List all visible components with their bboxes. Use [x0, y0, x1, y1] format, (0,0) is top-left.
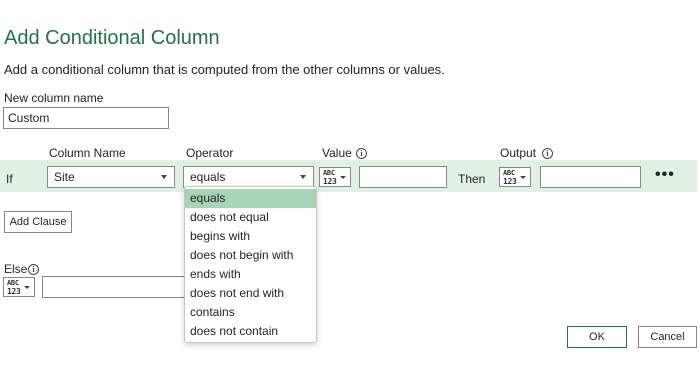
- chevron-down-icon: [24, 286, 30, 289]
- else-label: Else: [4, 262, 28, 276]
- any-type-icon: ABC: [323, 169, 335, 177]
- operator-option[interactable]: contains: [185, 303, 316, 322]
- chevron-down-icon: [340, 176, 346, 179]
- value-header: Value: [322, 146, 352, 160]
- else-value-input[interactable]: [42, 276, 192, 298]
- chevron-down-icon: [300, 175, 306, 179]
- any-type-icon: ABC: [7, 279, 19, 287]
- new-column-name-label: New column name: [4, 91, 104, 105]
- info-icon: i: [542, 148, 553, 159]
- info-icon: i: [28, 264, 39, 275]
- any-type-icon-digits: 123: [323, 177, 337, 186]
- chevron-down-icon: [161, 175, 167, 179]
- operator-option[interactable]: ends with: [185, 265, 316, 284]
- cancel-button[interactable]: Cancel: [638, 326, 697, 348]
- operator-select[interactable]: equals: [183, 166, 314, 188]
- operator-value: equals: [190, 170, 226, 184]
- if-label: If: [6, 172, 13, 186]
- operator-dropdown-list: equals does not equal begins with does n…: [184, 186, 317, 343]
- value-type-button[interactable]: ABC 123: [319, 167, 351, 187]
- operator-option[interactable]: does not equal: [185, 208, 316, 227]
- operator-option[interactable]: does not begin with: [185, 246, 316, 265]
- ok-button[interactable]: OK: [567, 326, 627, 348]
- dialog-subtitle: Add a conditional column that is compute…: [4, 62, 445, 77]
- column-name-header: Column Name: [49, 146, 126, 160]
- add-clause-button[interactable]: Add Clause: [4, 211, 72, 233]
- new-column-name-input[interactable]: Custom: [3, 107, 169, 129]
- operator-option[interactable]: begins with: [185, 227, 316, 246]
- output-type-button[interactable]: ABC 123: [499, 167, 531, 187]
- any-type-icon: ABC: [503, 169, 515, 177]
- operator-option[interactable]: does not end with: [185, 284, 316, 303]
- operator-option[interactable]: does not contain: [185, 322, 316, 341]
- any-type-icon-digits: 123: [7, 287, 21, 296]
- column-name-value: Site: [54, 170, 75, 184]
- value-input[interactable]: [359, 166, 447, 188]
- chevron-down-icon: [520, 176, 526, 179]
- output-header: Output: [500, 146, 537, 160]
- operator-header: Operator: [186, 146, 234, 160]
- info-icon: i: [356, 148, 367, 159]
- operator-option[interactable]: equals: [185, 189, 316, 208]
- output-input[interactable]: [540, 166, 641, 188]
- any-type-icon-digits: 123: [503, 177, 517, 186]
- more-options-icon[interactable]: •••: [655, 166, 675, 184]
- else-type-button[interactable]: ABC 123: [3, 277, 35, 297]
- then-label: Then: [458, 172, 486, 186]
- dialog-title: Add Conditional Column: [4, 27, 220, 49]
- column-name-select[interactable]: Site: [47, 166, 175, 188]
